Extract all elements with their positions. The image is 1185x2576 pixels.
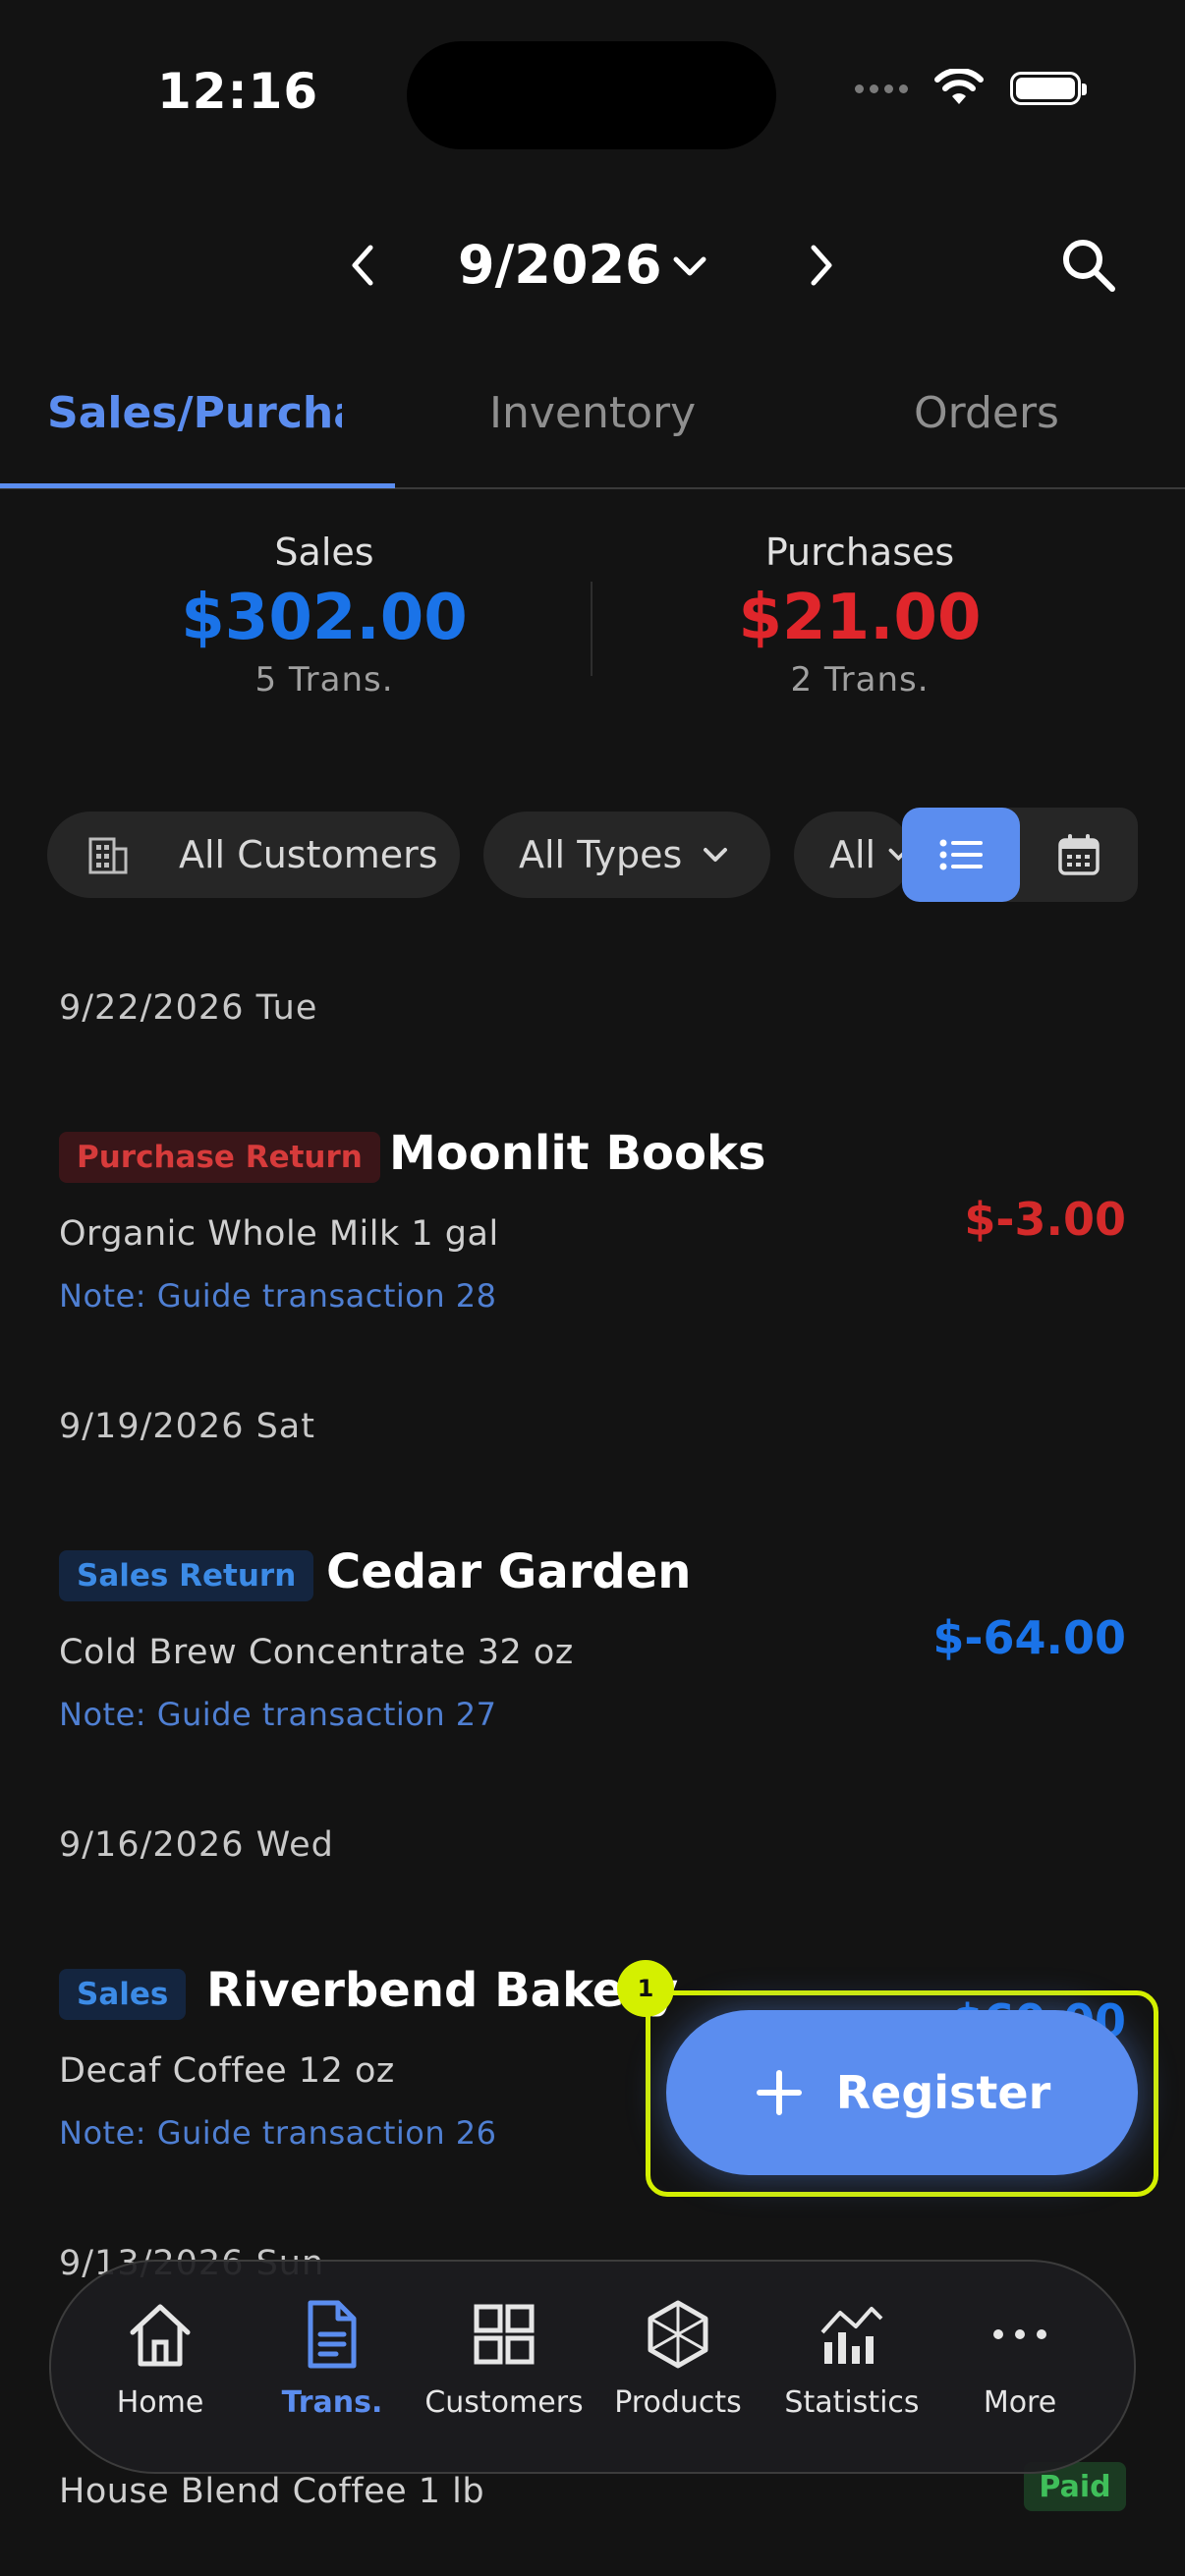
transaction-row[interactable]: [0, 1100, 1185, 1326]
chevron-down-icon[interactable]: [668, 248, 711, 287]
signal-icon: [855, 84, 908, 93]
nav-more[interactable]: More: [931, 2295, 1108, 2442]
cube-icon: [648, 2300, 708, 2369]
date-header: 9/16/2026 Wed: [59, 1825, 334, 1865]
plus-icon: [756, 2070, 802, 2115]
month-selector[interactable]: 9/2026: [458, 234, 662, 296]
item-description: House Blend Coffee 1 lb: [59, 2472, 485, 2511]
customer-filter-label: All Customers: [179, 833, 438, 876]
tab-orders[interactable]: Orders: [914, 388, 1059, 486]
transaction-note: Note: Guide transaction 26: [59, 2114, 497, 2152]
dynamic-island: [407, 41, 776, 149]
item-description: Decaf Coffee 12 oz: [59, 2051, 395, 2091]
search-button[interactable]: [1057, 234, 1120, 297]
status-indicators: [855, 69, 1087, 108]
nav-label: Trans.: [281, 2385, 383, 2420]
transaction-amount: $-64.00: [932, 1611, 1126, 1664]
nav-customers[interactable]: Customers: [416, 2295, 592, 2442]
nav-statistics[interactable]: Statistics: [763, 2295, 940, 2442]
purchases-count: 2 Trans.: [790, 660, 930, 700]
nav-label: Customers: [424, 2385, 584, 2420]
sales-summary: Sales $302.00 5 Trans.: [69, 531, 580, 700]
nav-transactions[interactable]: Trans.: [244, 2295, 421, 2442]
nav-label: Statistics: [784, 2385, 920, 2420]
date-header: 9/19/2026 Sat: [59, 1407, 315, 1446]
status-filter-label: All: [829, 833, 876, 876]
home-icon: [130, 2304, 191, 2367]
chevron-right-icon: [811, 245, 832, 286]
wifi-icon: [934, 69, 984, 104]
calendar-icon: [1058, 834, 1100, 875]
battery-icon: [1010, 72, 1087, 105]
sales-label: Sales: [274, 531, 374, 574]
register-label: Register: [835, 2066, 1051, 2119]
type-filter[interactable]: All Types: [483, 812, 770, 898]
tab-inventory[interactable]: Inventory: [489, 388, 696, 486]
transaction-note: Note: Guide transaction 27: [59, 1696, 497, 1733]
register-button[interactable]: Register: [666, 2010, 1138, 2175]
item-description: Cold Brew Concentrate 32 oz: [59, 1633, 574, 1672]
purchases-amount: $21.00: [738, 582, 982, 654]
list-icon: [939, 839, 983, 870]
date-header: 9/22/2026 Tue: [59, 988, 318, 1028]
summary-divider: [591, 582, 592, 676]
calendar-view-button[interactable]: [1022, 808, 1136, 902]
sales-amount: $302.00: [181, 582, 468, 654]
type-filter-label: All Types: [519, 833, 683, 876]
purchases-summary: Purchases $21.00 2 Trans.: [604, 531, 1115, 700]
nav-home[interactable]: Home: [72, 2295, 249, 2442]
chevron-down-icon: [704, 848, 728, 862]
transaction-type-badge: Sales: [59, 1969, 187, 2020]
sales-count: 5 Trans.: [254, 660, 394, 700]
building-icon: [88, 837, 128, 874]
more-icon: [993, 2329, 1046, 2339]
chevron-left-icon: [352, 245, 373, 286]
nav-label: Products: [614, 2385, 742, 2420]
status-filter[interactable]: All: [794, 812, 912, 898]
transaction-type-badge: Sales Return: [59, 1550, 314, 1601]
document-icon: [308, 2300, 357, 2369]
status-time: 12:16: [157, 63, 319, 120]
customer-filter[interactable]: All Customers: [47, 812, 460, 898]
active-tab-indicator: [0, 483, 395, 488]
party-name[interactable]: Cedar Garden: [326, 1544, 691, 1599]
chart-icon: [820, 2307, 883, 2364]
next-month-button[interactable]: [796, 236, 845, 295]
purchases-label: Purchases: [764, 531, 955, 574]
search-icon: [1063, 240, 1115, 292]
tab-sales-purchases[interactable]: Sales/Purcha: [47, 388, 342, 486]
party-name[interactable]: Riverbend Bakery: [206, 1963, 678, 2018]
nav-products[interactable]: Products: [590, 2295, 766, 2442]
step-badge: 1: [617, 1960, 674, 2017]
grid-icon: [474, 2304, 535, 2365]
previous-month-button[interactable]: [339, 236, 388, 295]
nav-label: Home: [116, 2385, 204, 2420]
nav-label: More: [983, 2385, 1057, 2420]
list-view-button[interactable]: [902, 808, 1020, 902]
